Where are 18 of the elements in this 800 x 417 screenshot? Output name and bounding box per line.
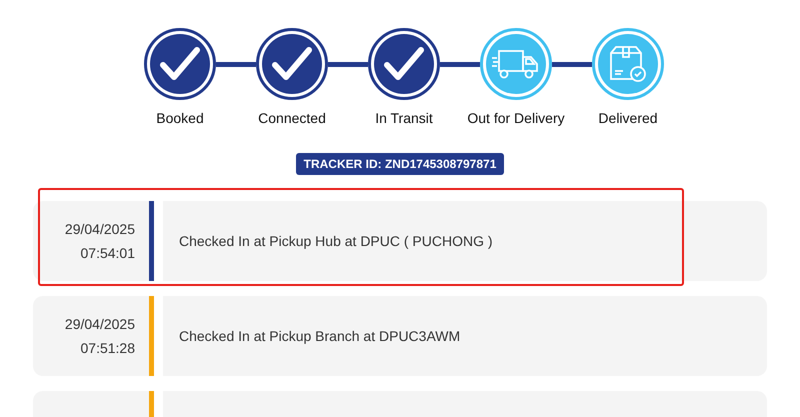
progress-connector xyxy=(552,62,592,66)
event-time: 07:51:28 xyxy=(80,339,135,358)
truck-icon xyxy=(491,48,541,80)
step-label: In Transit xyxy=(375,109,433,128)
step-label: Connected xyxy=(258,109,326,128)
checkmark-icon xyxy=(160,47,200,81)
checkmark-icon xyxy=(272,47,312,81)
event-description: Checked In at Pickup Branch at DPUC3AWM xyxy=(179,326,460,346)
event-description: Checked In at Pickup Hub at DPUC ( PUCHONG ) xyxy=(179,232,493,251)
checkmark-icon xyxy=(384,47,424,81)
event-time: 07:54:01 xyxy=(80,244,135,263)
package-check-icon xyxy=(608,45,648,83)
step-label: Out for Delivery xyxy=(467,109,565,128)
step-label: Booked xyxy=(156,109,204,128)
event-date: 29/04/2025 xyxy=(64,315,135,334)
tracker-id-badge: TRACKER ID: ZND1745308797871 xyxy=(296,153,504,175)
step-label: Delivered xyxy=(598,109,658,128)
event-date: 29/04/2025 xyxy=(64,220,135,239)
